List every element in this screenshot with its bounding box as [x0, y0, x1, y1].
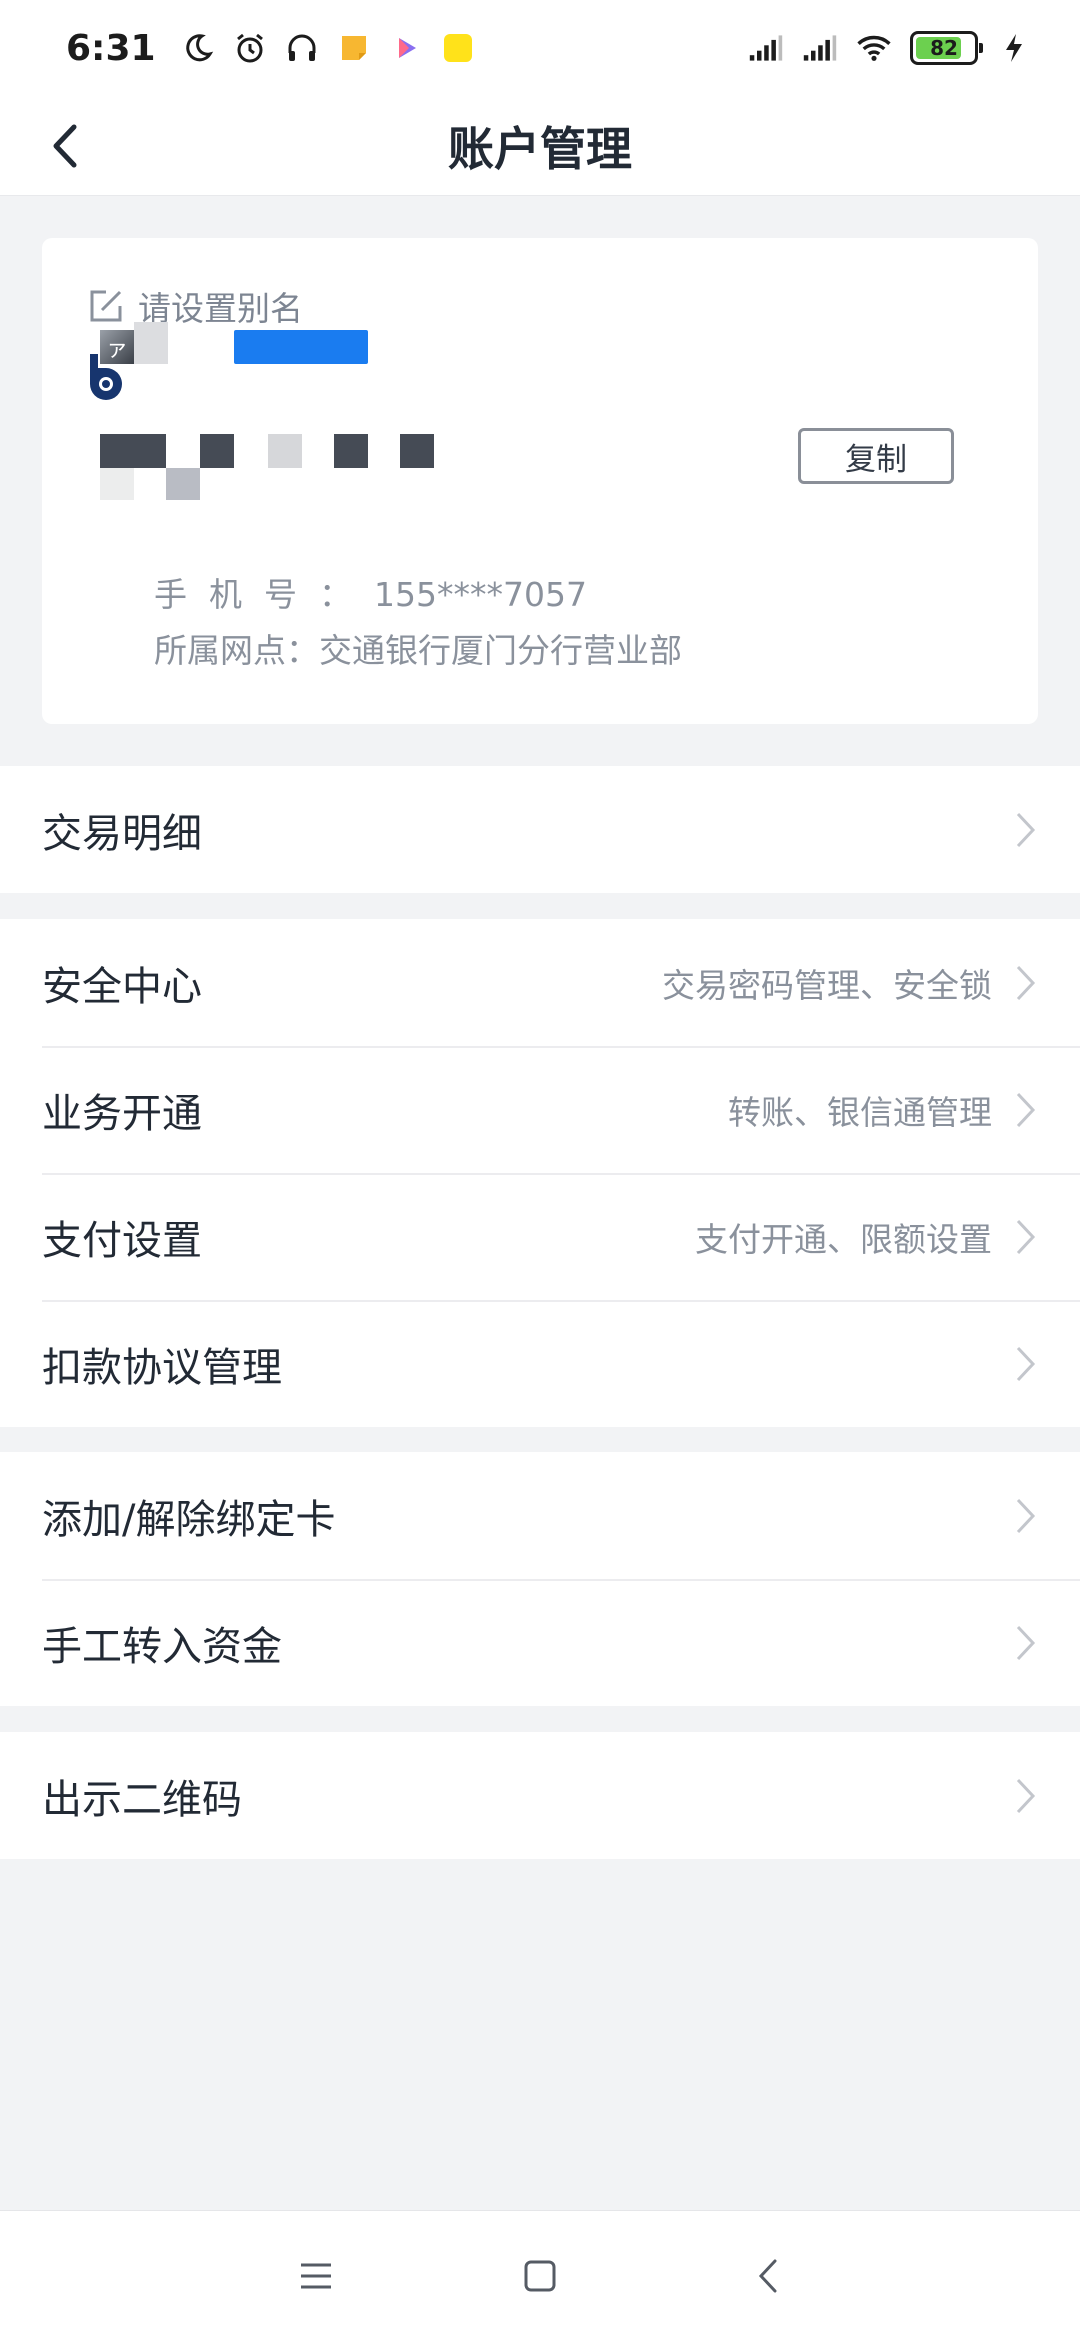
menu-icon	[301, 2263, 331, 2289]
chevron-right-icon	[1012, 1496, 1040, 1536]
masked-account-number	[100, 434, 520, 524]
status-right: 82	[748, 30, 1032, 66]
menu-group-settings: 安全中心 交易密码管理、安全锁 业务开通 转账、银信通管理 支付设置 支付开通、…	[0, 919, 1080, 1427]
menu-item-label: 添加/解除绑定卡	[42, 1496, 336, 1543]
menu-item-bind-card[interactable]: 添加/解除绑定卡	[0, 1452, 1080, 1579]
copy-button[interactable]: 复制	[798, 428, 954, 484]
menu-item-payment-settings[interactable]: 支付设置 支付开通、限额设置	[0, 1173, 1080, 1300]
chevron-right-icon	[1012, 1776, 1040, 1816]
page-title: 账户管理	[448, 122, 632, 176]
menu-group-transactions: 交易明细	[0, 766, 1080, 893]
menu-item-hint: 支付开通、限额设置	[695, 1219, 992, 1259]
back-triangle-icon	[758, 2259, 777, 2293]
menu-item-label: 出示二维码	[42, 1776, 242, 1823]
menu-item-label: 安全中心	[42, 963, 202, 1010]
signal-icon	[802, 30, 838, 66]
alarm-icon	[232, 30, 268, 66]
status-left: 6:31	[66, 28, 476, 69]
menu-item-debit-agreements[interactable]: 扣款协议管理	[0, 1300, 1080, 1427]
masked-pixel	[200, 434, 234, 468]
chevron-right-icon	[1012, 810, 1040, 850]
wifi-icon	[856, 30, 892, 66]
masked-account-name: ァ	[100, 322, 512, 364]
menu-item-label: 支付设置	[42, 1217, 202, 1264]
phone-row: 手机号：155****7057	[154, 568, 587, 616]
menu-group-qrcode: 出示二维码	[0, 1732, 1080, 1859]
battery-level: 82	[930, 36, 958, 60]
menu-item-hint: 转账、银信通管理	[728, 1092, 992, 1132]
masked-pixel	[166, 468, 200, 500]
chevron-right-icon	[1012, 1344, 1040, 1384]
nav-bar: 账户管理	[0, 96, 1080, 196]
yy-app-icon	[440, 30, 476, 66]
chevron-right-icon	[1012, 963, 1040, 1003]
battery-icon: 82	[910, 31, 983, 65]
branch-row: 所属网点：交通银行厦门分行营业部	[154, 624, 682, 672]
menu-item-security-center[interactable]: 安全中心 交易密码管理、安全锁	[0, 919, 1080, 1046]
branch-value: 交通银行厦门分行营业部	[319, 631, 682, 670]
signal-icon	[748, 30, 784, 66]
home-square-icon	[524, 2260, 556, 2292]
moon-icon	[180, 30, 216, 66]
masked-pixel	[400, 434, 434, 468]
masked-pixel	[334, 434, 368, 468]
masked-pixel	[268, 434, 302, 468]
menu-item-label: 手工转入资金	[42, 1623, 282, 1670]
menu-item-label: 业务开通	[42, 1090, 202, 1137]
phone-label: 手机号：	[154, 575, 374, 614]
branch-label: 所属网点：	[154, 631, 319, 670]
video-app-icon	[388, 30, 424, 66]
system-nav-bar	[0, 2210, 1080, 2340]
masked-pixel	[234, 330, 368, 364]
system-back-button[interactable]	[738, 2251, 798, 2301]
chevron-right-icon	[1012, 1623, 1040, 1663]
phone-value: 155****7057	[374, 575, 587, 614]
masked-pixel	[100, 434, 166, 468]
chevron-right-icon	[1012, 1217, 1040, 1257]
chevron-right-icon	[1012, 1090, 1040, 1130]
menu-item-transaction-details[interactable]: 交易明细	[0, 766, 1080, 893]
home-button[interactable]	[510, 2251, 570, 2301]
charging-icon	[996, 30, 1032, 66]
menu-item-manual-transfer-in[interactable]: 手工转入资金	[0, 1579, 1080, 1706]
masked-pixel	[134, 322, 168, 364]
menu-item-label: 交易明细	[42, 810, 202, 857]
masked-glyph: ァ	[100, 330, 134, 364]
menu-item-service-activation[interactable]: 业务开通 转账、银信通管理	[0, 1046, 1080, 1173]
edit-icon	[90, 290, 122, 322]
status-time: 6:31	[66, 27, 156, 69]
menu-item-label: 扣款协议管理	[42, 1344, 282, 1391]
menu-item-hint: 交易密码管理、安全锁	[662, 965, 992, 1005]
headphones-icon	[284, 30, 320, 66]
menu-group-cards: 添加/解除绑定卡 手工转入资金	[0, 1452, 1080, 1706]
masked-pixel	[100, 468, 134, 500]
notes-app-icon	[336, 30, 372, 66]
menu-item-show-qr-code[interactable]: 出示二维码	[0, 1732, 1080, 1859]
account-card: 请设置别名 ァ 复制 手机号：155****7057 所属网点：交通银行厦门分行…	[42, 238, 1038, 724]
status-bar: 6:31 82	[0, 0, 1080, 96]
menu-button[interactable]	[286, 2251, 346, 2301]
